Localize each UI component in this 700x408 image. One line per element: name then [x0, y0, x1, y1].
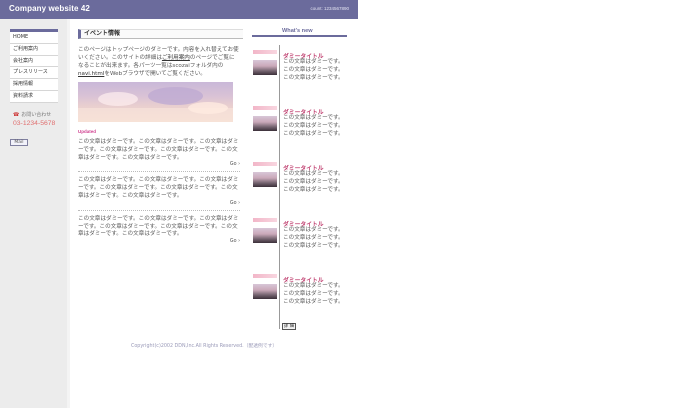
guide-link[interactable]: ご利用案内 [162, 55, 190, 61]
dotted-divider [78, 171, 240, 173]
main-content: イベント情報 このページはトップページのダミーです。内容を入れ替えてお使いくださ… [78, 29, 243, 246]
sidebar-nav: HOME ご利用案内 会社案内 プレスリリース 採用情報 資料請求 [10, 29, 58, 103]
header-bar [252, 35, 347, 37]
access-counter: count: 1234567890 [310, 6, 349, 11]
news-thumbnail [253, 106, 277, 131]
whats-new-title: What's new [280, 28, 315, 34]
news-body: この文章はダミーです。この文章はダミーです。この文章はダミーです。 [283, 227, 344, 249]
phone-icon: ☎ [13, 112, 20, 118]
footer-copyright: Copyright(c)2002 DDN,Inc.All Rights Rese… [131, 344, 278, 349]
section-title: イベント情報 [78, 29, 243, 39]
updated-label: Updated [78, 129, 96, 134]
news-body: この文章はダミーです。この文章はダミーです。この文章はダミーです。 [283, 171, 344, 193]
go-link[interactable]: Go › [78, 201, 240, 208]
contact-text: お問い合わせ [21, 112, 52, 118]
nav-item-request[interactable]: 資料請求 [10, 90, 58, 103]
nav-item-recruit[interactable]: 採用情報 [10, 79, 58, 91]
entry-text: この文章はダミーです。この文章はダミーです。この文章はダミーです。この文章はダミ… [78, 139, 239, 161]
go-link[interactable]: Go › [78, 162, 240, 169]
header: Company website 42 count: 1234567890 [0, 0, 358, 19]
nav-item-guide[interactable]: ご利用案内 [10, 43, 58, 56]
detail-button[interactable]: 詳 細 [282, 323, 296, 330]
news-thumbnail [253, 50, 277, 75]
whats-new-column: What's new [252, 28, 347, 39]
entry-text: この文章はダミーです。この文章はダミーです。この文章はダミーです。この文章はダミ… [78, 215, 239, 238]
news-entry: この文章はダミーです。この文章はダミーです。この文章はダミーです。この文章はダミ… [78, 216, 240, 246]
navi-link[interactable]: navi.html [78, 71, 104, 77]
nav-item-home[interactable]: HOME [10, 32, 58, 44]
go-link[interactable]: Go › [78, 239, 240, 246]
page: Company website 42 count: 1234567890 HOM… [0, 0, 700, 408]
whats-new-header: What's new [252, 28, 347, 39]
news-entry: この文章はダミーです。この文章はダミーです。この文章はダミーです。この文章はダミ… [78, 177, 240, 211]
intro-text: このページはトップページのダミーです。内容を入れ替えてお使いください。このサイト… [78, 47, 239, 77]
vertical-divider [279, 45, 280, 329]
news-body: この文章はダミーです。この文章はダミーです。この文章はダミーです。 [283, 283, 344, 305]
news-thumbnail [253, 162, 277, 187]
news-entry: この文章はダミーです。この文章はダミーです。この文章はダミーです。この文章はダミ… [78, 139, 240, 173]
news-thumbnail [253, 274, 277, 299]
mail-button[interactable]: Mail [10, 139, 28, 146]
news-body: この文章はダミーです。この文章はダミーです。この文章はダミーです。 [283, 115, 344, 137]
news-body: この文章はダミーです。この文章はダミーです。この文章はダミーです。 [283, 59, 344, 81]
nav-item-company[interactable]: 会社案内 [10, 55, 58, 68]
dotted-divider [78, 209, 240, 211]
contact-label: ☎ お問い合わせ [13, 111, 51, 118]
phone-number: 03-1234-5678 [13, 120, 56, 127]
news-thumbnail [253, 218, 277, 243]
nav-item-press[interactable]: プレスリリース [10, 67, 58, 80]
site-title[interactable]: Company website 42 [9, 4, 90, 13]
column-divider [67, 19, 70, 408]
event-image [78, 82, 233, 122]
entry-text: この文章はダミーです。この文章はダミーです。この文章はダミーです。この文章はダミ… [78, 177, 239, 199]
